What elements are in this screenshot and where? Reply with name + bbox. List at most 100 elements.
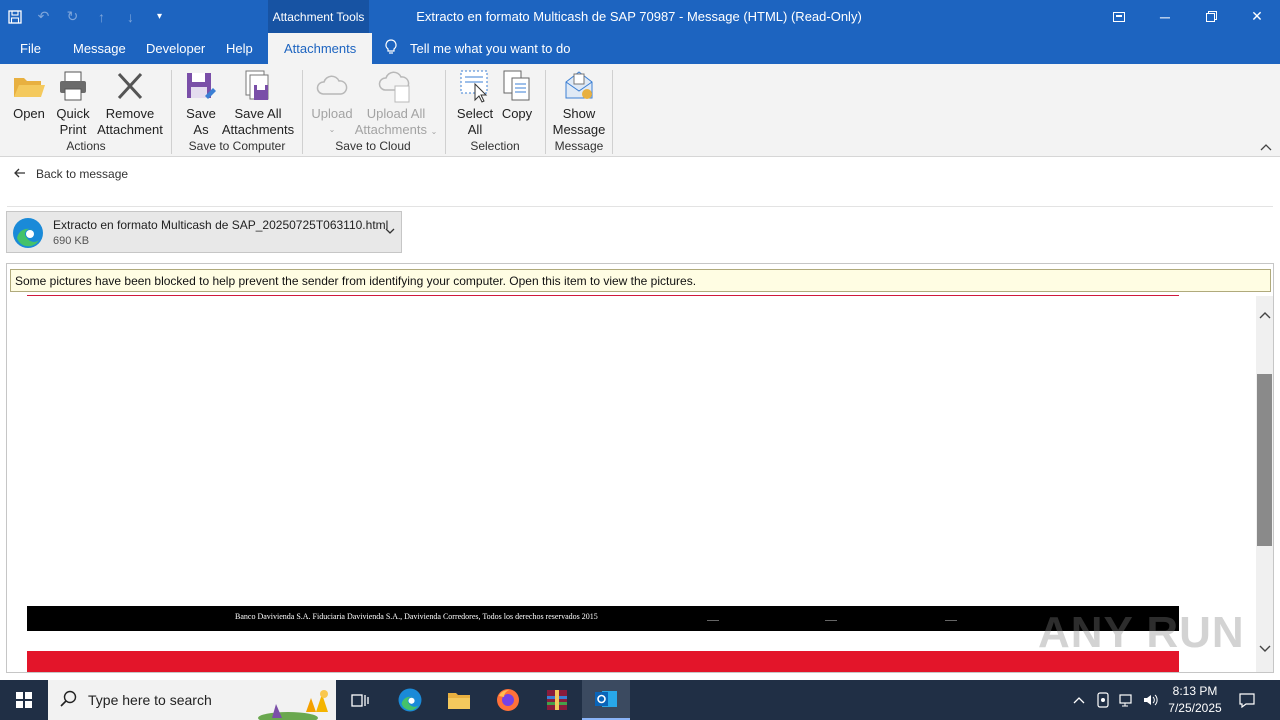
scrollbar-thumb[interactable] bbox=[1257, 374, 1272, 546]
email-footer-red-band bbox=[27, 651, 1179, 672]
cloud-upload-icon bbox=[316, 75, 348, 95]
upload-all-label-1: Upload All bbox=[366, 106, 426, 121]
upload-all-attachments-button[interactable]: Upload All Attachments ⌄ bbox=[354, 68, 438, 140]
email-header-line bbox=[27, 295, 1179, 296]
upload-all-dropdown-icon: ⌄ bbox=[430, 127, 438, 136]
quick-print-button[interactable]: Quick Print bbox=[53, 68, 93, 138]
edge-icon bbox=[398, 688, 422, 712]
folder-icon bbox=[448, 693, 470, 709]
folder-open-icon bbox=[14, 78, 45, 97]
back-to-message-link[interactable]: Back to message bbox=[14, 167, 128, 181]
remove-label-1: Remove bbox=[105, 106, 155, 121]
collapse-ribbon-icon[interactable] bbox=[1260, 142, 1272, 154]
search-highlight-image bbox=[258, 690, 328, 720]
undo-icon[interactable]: ↶ bbox=[29, 0, 58, 33]
clock-date: 7/25/2025 bbox=[1168, 701, 1222, 715]
show-message-label-2: Message bbox=[552, 122, 606, 137]
network-icon[interactable] bbox=[1116, 680, 1138, 720]
remove-x-icon bbox=[117, 72, 143, 100]
save-all-attachments-button[interactable]: Save All Attachments bbox=[222, 68, 294, 138]
group-label-selection: Selection bbox=[470, 139, 520, 153]
email-footer-bar: Banco Davivienda S.A. Fiduciaria Davivie… bbox=[27, 606, 1179, 631]
save-all-label-2: Attachments bbox=[221, 122, 295, 137]
upload-button[interactable]: Upload ⌄ bbox=[310, 68, 354, 138]
save-icon[interactable] bbox=[0, 0, 29, 33]
blocked-pictures-infobar[interactable]: Some pictures have been blocked to help … bbox=[10, 269, 1271, 292]
taskbar-file-explorer-button[interactable] bbox=[435, 680, 483, 720]
taskbar-edge-button[interactable] bbox=[386, 680, 434, 720]
action-center-device-icon[interactable] bbox=[1092, 680, 1114, 720]
select-all-label-2: All bbox=[467, 122, 483, 137]
upload-dropdown-icon: ⌄ bbox=[328, 125, 336, 134]
notifications-icon[interactable] bbox=[1232, 680, 1262, 720]
restore-icon[interactable] bbox=[1188, 0, 1234, 33]
taskbar: Type here to search 8:13 PM 7/25/2025 bbox=[0, 680, 1280, 720]
ribbon-display-options-icon[interactable] bbox=[1096, 0, 1142, 33]
search-icon bbox=[60, 690, 78, 711]
tab-developer[interactable]: Developer bbox=[146, 33, 205, 64]
task-view-button[interactable] bbox=[336, 680, 384, 720]
system-clock[interactable]: 8:13 PM 7/25/2025 bbox=[1160, 683, 1230, 717]
taskbar-search[interactable]: Type here to search bbox=[48, 680, 336, 720]
copy-button[interactable]: Copy bbox=[500, 68, 534, 122]
customize-qat-icon[interactable]: ▾ bbox=[145, 0, 174, 33]
close-icon[interactable]: ✕ bbox=[1234, 0, 1280, 33]
ribbon-separator bbox=[612, 70, 613, 154]
taskbar-firefox-button[interactable] bbox=[484, 680, 532, 720]
open-button[interactable]: Open bbox=[10, 68, 48, 122]
group-label-save-to-cloud: Save to Cloud bbox=[335, 139, 411, 153]
task-view-icon bbox=[351, 694, 369, 707]
save-as-icon bbox=[187, 73, 216, 99]
select-all-button[interactable]: Select All bbox=[456, 68, 494, 138]
previous-item-icon[interactable]: ↑ bbox=[87, 0, 116, 33]
taskbar-outlook-button[interactable] bbox=[582, 680, 630, 720]
edge-browser-icon bbox=[13, 218, 43, 248]
minimize-icon[interactable]: ─ bbox=[1142, 0, 1188, 33]
scroll-up-icon[interactable] bbox=[1256, 308, 1273, 322]
attachment-size: 690 KB bbox=[53, 235, 90, 247]
upload-label: Upload bbox=[311, 106, 353, 121]
vertical-scrollbar[interactable] bbox=[1256, 296, 1273, 672]
lightbulb-icon bbox=[384, 39, 398, 58]
attachment-filename: Extracto en formato Multicash de SAP_202… bbox=[53, 218, 389, 232]
chevron-down-icon[interactable] bbox=[385, 224, 395, 238]
save-as-label-2: As bbox=[193, 122, 209, 137]
save-as-label-1: Save bbox=[186, 106, 216, 121]
start-button[interactable] bbox=[0, 680, 48, 720]
remove-label-2: Attachment bbox=[97, 122, 163, 137]
volume-icon[interactable] bbox=[1140, 680, 1162, 720]
redo-icon[interactable]: ↻ bbox=[58, 0, 87, 33]
quick-print-label-2: Print bbox=[59, 122, 87, 137]
select-all-label-1: Select bbox=[456, 106, 494, 121]
show-message-icon bbox=[565, 71, 593, 99]
attachment-item[interactable]: Extracto en formato Multicash de SAP_202… bbox=[6, 211, 402, 253]
save-as-button[interactable]: Save As bbox=[183, 68, 219, 138]
tab-help[interactable]: Help bbox=[226, 33, 253, 64]
back-arrow-icon bbox=[14, 167, 26, 181]
outlook-icon bbox=[595, 691, 617, 707]
show-hidden-icons-chevron[interactable] bbox=[1068, 680, 1090, 720]
show-message-label-1: Show bbox=[562, 106, 596, 121]
quick-print-label-1: Quick bbox=[56, 106, 90, 121]
show-message-button[interactable]: Show Message bbox=[552, 68, 606, 138]
scroll-down-icon[interactable] bbox=[1256, 642, 1273, 656]
tab-message[interactable]: Message bbox=[73, 33, 126, 64]
broken-image-mark bbox=[945, 620, 957, 621]
upload-all-label-2-text: Attachments bbox=[354, 122, 427, 137]
tell-me-search[interactable]: Tell me what you want to do bbox=[384, 33, 570, 64]
window-title: Extracto en formato Multicash de SAP 709… bbox=[416, 9, 862, 24]
winrar-icon bbox=[547, 690, 567, 710]
upload-all-label-2: Attachments ⌄ bbox=[355, 122, 438, 140]
context-tab-group: Attachment Tools bbox=[268, 0, 369, 33]
cloud-upload-all-icon bbox=[378, 71, 410, 103]
open-label: Open bbox=[13, 106, 45, 121]
select-all-icon bbox=[460, 70, 488, 103]
printer-icon bbox=[60, 71, 86, 101]
tab-attachments[interactable]: Attachments bbox=[268, 33, 373, 64]
taskbar-winrar-button[interactable] bbox=[533, 680, 581, 720]
next-item-icon[interactable]: ↓ bbox=[116, 0, 145, 33]
remove-attachment-button[interactable]: Remove Attachment bbox=[96, 68, 164, 138]
windows-logo-icon bbox=[16, 692, 32, 708]
window-controls: ─ ✕ bbox=[1096, 0, 1280, 33]
tab-file[interactable]: File bbox=[20, 33, 41, 64]
